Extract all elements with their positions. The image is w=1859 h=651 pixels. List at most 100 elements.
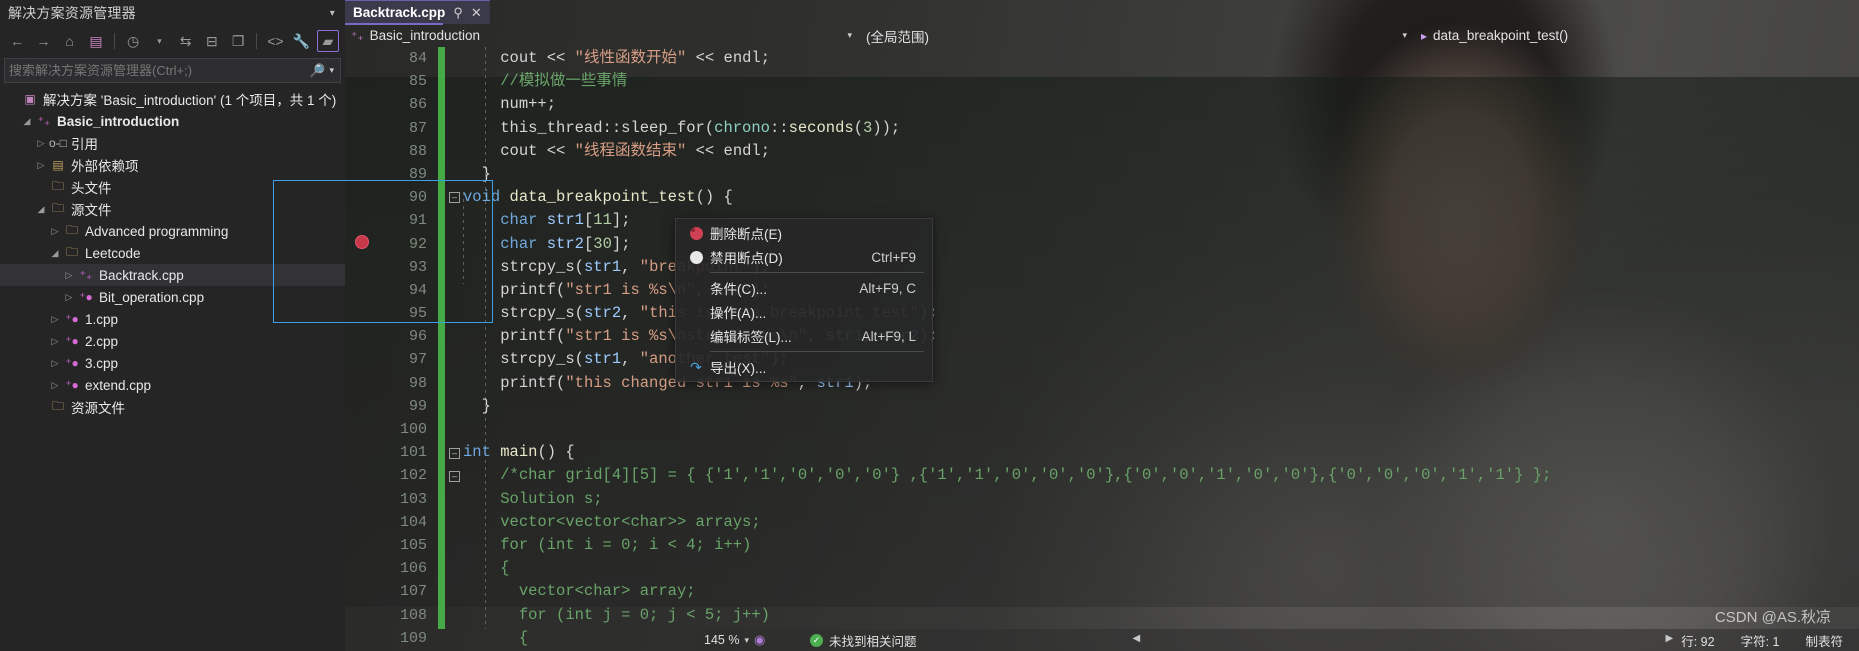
preview-selected-items-button[interactable]: ▰: [316, 30, 340, 52]
code-line[interactable]: }: [463, 395, 1859, 418]
chevron-down-icon[interactable]: ▾: [1402, 30, 1407, 41]
tab-backtrack-cpp[interactable]: Backtrack.cpp ⚲ ✕: [345, 0, 490, 24]
menu-item-disable-breakpoint[interactable]: 禁用断点(D) Ctrl+F9: [676, 245, 932, 269]
expander-collapsed-icon[interactable]: ▷: [48, 226, 62, 237]
chevron-down-icon[interactable]: ▾: [148, 30, 170, 52]
tree-item-leetcode[interactable]: ◢ 🗀 Leetcode: [0, 242, 345, 264]
search-icon[interactable]: 🔎: [307, 63, 327, 79]
chevron-down-icon[interactable]: ▾: [327, 65, 336, 76]
code-line[interactable]: }: [463, 163, 1859, 186]
tree-item--basic-introduction-1-1-[interactable]: ▣ 解决方案 'Basic_introduction' (1 个项目，共 1 个): [0, 88, 345, 110]
tree-item--[interactable]: ▷ o-□ 引用: [0, 132, 345, 154]
code-line[interactable]: for (int j = 0; j < 5; j++): [463, 604, 1859, 627]
tree-item-advanced-programming[interactable]: ▷ 🗀 Advanced programming: [0, 220, 345, 242]
code-line[interactable]: for (int i = 0; i < 4; i++): [463, 534, 1859, 557]
breakpoint-context-menu[interactable]: 删除断点(E) 禁用断点(D) Ctrl+F9 条件(C)... Alt+F9, C 操作…: [675, 218, 933, 382]
expander-collapsed-icon[interactable]: ▷: [48, 314, 62, 325]
code-editor[interactable]: – – – 84 85 86 87 88 89 90 91 92 93 94 95 96 97 98 99 10…: [345, 47, 1859, 647]
expander-collapsed-icon[interactable]: ▷: [48, 358, 62, 369]
view-code-button[interactable]: <>: [264, 30, 286, 52]
home-button[interactable]: ⌂: [59, 30, 81, 52]
code-line[interactable]: this_thread::sleep_for(chrono::seconds(3…: [463, 117, 1859, 140]
show-all-files-button[interactable]: ❐: [227, 30, 249, 52]
expander-collapsed-icon[interactable]: ▷: [48, 336, 62, 347]
breakpoint-glyph[interactable]: [355, 235, 369, 249]
expander-expanded-icon[interactable]: ◢: [34, 204, 48, 215]
fold-toggle-icon[interactable]: –: [449, 192, 460, 203]
code-line[interactable]: /*char grid[4][5] = { {'1','1','0','0','…: [463, 464, 1859, 487]
scroll-right-icon[interactable]: ▶: [1666, 633, 1674, 644]
expander-expanded-icon[interactable]: ◢: [48, 248, 62, 259]
sync-with-active-document-button[interactable]: ⇆: [175, 30, 197, 52]
zoom-control[interactable]: 145 % ▾ ◉: [690, 632, 810, 648]
code-line[interactable]: strcpy_s(str1, "another test");: [463, 348, 1859, 371]
expander-collapsed-icon[interactable]: ▷: [34, 138, 48, 149]
code-line[interactable]: strcpy_s(str1, "breakpoint");: [463, 256, 1859, 279]
pin-icon[interactable]: ⚲: [453, 5, 463, 21]
horizontal-scrollbar[interactable]: ◀ ▶: [923, 633, 1676, 647]
tree-item--[interactable]: ◢ 🗀 源文件: [0, 198, 345, 220]
menu-item-delete-breakpoint[interactable]: 删除断点(E): [676, 221, 932, 245]
tree-item--[interactable]: 🗀 资源文件: [0, 396, 345, 418]
code-line[interactable]: int main() {: [463, 441, 1859, 464]
tree-item--[interactable]: 🗀 头文件: [0, 176, 345, 198]
tree-item-basic-introduction[interactable]: ◢ ⁺₊ Basic_introduction: [0, 110, 345, 132]
chevron-down-icon[interactable]: ▾: [847, 30, 852, 41]
solution-explorer-view-button[interactable]: ▤: [85, 30, 107, 52]
pending-changes-icon[interactable]: ◷: [122, 30, 144, 52]
code-line[interactable]: {: [463, 557, 1859, 580]
code-line[interactable]: vector<vector<char>> arrays;: [463, 511, 1859, 534]
code-line[interactable]: //模拟做一些事情: [463, 70, 1859, 93]
chevron-down-icon[interactable]: ▾: [744, 635, 749, 646]
bookmark-icon[interactable]: ◉: [754, 632, 765, 648]
menu-item-edit-labels[interactable]: 编辑标签(L)... Alt+F9, L: [676, 324, 932, 348]
code-line[interactable]: printf("this changed str1 is %s", str1);: [463, 372, 1859, 395]
close-icon[interactable]: ✕: [471, 5, 482, 21]
expander-collapsed-icon[interactable]: ▷: [62, 270, 76, 281]
tree-item--[interactable]: ▷ ▤ 外部依赖项: [0, 154, 345, 176]
expander-expanded-icon[interactable]: ◢: [20, 116, 34, 127]
menu-item-conditions[interactable]: 条件(C)... Alt+F9, C: [676, 276, 932, 300]
tree-item-backtrack-cpp[interactable]: ▷ ⁺₊ Backtrack.cpp: [0, 264, 345, 286]
navbar-project-dropdown[interactable]: ⁺₊ Basic_introduction ▾: [345, 24, 860, 47]
fold-toggle-icon[interactable]: –: [449, 448, 460, 459]
line-number: 95: [408, 305, 427, 323]
scroll-left-icon[interactable]: ◀: [1133, 633, 1141, 644]
code-line[interactable]: num++;: [463, 93, 1859, 116]
code-line[interactable]: char str2[30];: [463, 233, 1859, 256]
code-line[interactable]: vector<char> array;: [463, 580, 1859, 603]
outlining-column[interactable]: – – –: [449, 47, 463, 629]
forward-button[interactable]: →: [32, 30, 54, 52]
chevron-down-icon[interactable]: ▾: [330, 8, 335, 19]
code-line[interactable]: cout << "线性函数开始" << endl;: [463, 47, 1859, 70]
code-line[interactable]: printf("str1 is %s\n", str1);: [463, 279, 1859, 302]
tree-item-bit-operation-cpp[interactable]: ▷ ⁺● Bit_operation.cpp: [0, 286, 345, 308]
back-button[interactable]: ←: [6, 30, 28, 52]
code-line[interactable]: printf("str1 is %s\nstr2 is %s\n", str1,…: [463, 325, 1859, 348]
collapse-all-button[interactable]: ⊟: [201, 30, 223, 52]
expander-collapsed-icon[interactable]: ▷: [62, 292, 76, 303]
fold-toggle-icon[interactable]: –: [449, 471, 460, 482]
code-line[interactable]: Solution s;: [463, 488, 1859, 511]
tree-item-extend-cpp[interactable]: ▷ ⁺● extend.cpp: [0, 374, 345, 396]
navbar-scope-dropdown[interactable]: (全局范围) ▾: [860, 24, 1415, 47]
search-input[interactable]: [9, 63, 308, 78]
menu-item-export[interactable]: ↷ 导出(X)...: [676, 355, 932, 379]
tree-item-3-cpp[interactable]: ▷ ⁺● 3.cpp: [0, 352, 345, 374]
code-line[interactable]: cout << "线程函数结束" << endl;: [463, 140, 1859, 163]
code-line[interactable]: [463, 418, 1859, 441]
menu-item-actions[interactable]: 操作(A)...: [676, 300, 932, 324]
code-line[interactable]: char str1[11];: [463, 209, 1859, 232]
tree-item-1-cpp[interactable]: ▷ ⁺● 1.cpp: [0, 308, 345, 330]
navbar-member-dropdown[interactable]: ▸ data_breakpoint_test(): [1415, 24, 1859, 47]
solution-explorer-search[interactable]: 🔎 ▾: [4, 58, 341, 83]
code-line[interactable]: strcpy_s(str2, "this is data breakpoint …: [463, 302, 1859, 325]
error-status[interactable]: ✓ 未找到相关问题: [810, 631, 917, 650]
tree-item-2-cpp[interactable]: ▷ ⁺● 2.cpp: [0, 330, 345, 352]
code-text[interactable]: cout << "线性函数开始" << endl; //模拟做一些事情 num+…: [463, 47, 1859, 647]
expander-collapsed-icon[interactable]: ▷: [48, 380, 62, 391]
editor-vertical-scrollbar[interactable]: [1843, 94, 1859, 607]
properties-wrench-icon[interactable]: 🔧: [291, 30, 313, 52]
code-line[interactable]: void data_breakpoint_test() {: [463, 186, 1859, 209]
expander-collapsed-icon[interactable]: ▷: [34, 160, 48, 171]
